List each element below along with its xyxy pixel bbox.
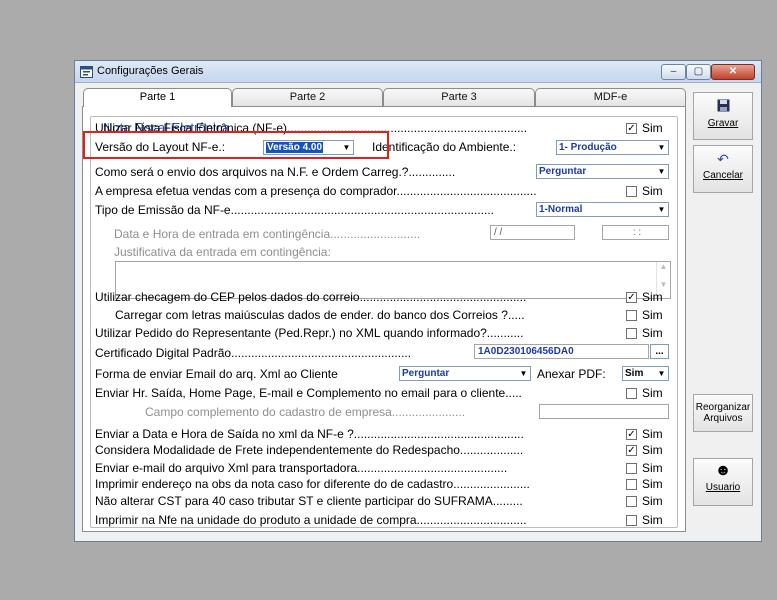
cancel-label: Cancelar [702, 170, 744, 181]
app-icon [80, 66, 93, 78]
envio-arquivos-value: Perguntar [539, 166, 587, 177]
user-label: Usuario [705, 482, 741, 493]
data-contingencia-input[interactable]: / / [490, 225, 575, 240]
letras-maiusculas-checkbox[interactable] [626, 310, 637, 321]
maximize-button[interactable]: ▢ [686, 64, 711, 80]
cancel-button[interactable]: ↶ Cancelar [693, 145, 753, 193]
letras-maiusculas-sim: Sim [642, 308, 663, 322]
enviar-hr-saida-checkbox[interactable] [626, 388, 637, 399]
checagem-cep-checkbox[interactable]: ✓ [626, 292, 637, 303]
user-key-icon: ☻ [714, 462, 732, 479]
data-hora-saida-xml-sim: Sim [642, 427, 663, 441]
forma-enviar-email-label: Forma de enviar Email do arq. Xml ao Cli… [95, 367, 338, 381]
tipo-emissao-label: Tipo de Emissão da NF-e.................… [95, 203, 494, 217]
data-hora-saida-xml-checkbox[interactable]: ✓ [626, 429, 637, 440]
enviar-hr-saida-sim: Sim [642, 386, 663, 400]
identificacao-ambiente-label: Identificação do Ambiente.: [372, 140, 517, 154]
nao-alterar-cst-checkbox[interactable] [626, 496, 637, 507]
floppy-disk-icon [694, 99, 752, 114]
modalidade-frete-sim: Sim [642, 443, 663, 457]
nao-alterar-cst-sim: Sim [642, 494, 663, 508]
imprimir-endereco-checkbox[interactable] [626, 479, 637, 490]
certificado-browse-button[interactable]: ... [650, 344, 669, 359]
reorganize-label-line2: Arquivos [703, 413, 743, 424]
nao-alterar-cst-label: Não alterar CST para 40 caso tributar ST… [95, 494, 523, 508]
pedido-representante-label: Utilizar Pedido do Representante (Ped.Re… [95, 326, 524, 340]
vendas-presenca-checkbox[interactable] [626, 186, 637, 197]
minimize-button[interactable]: – [661, 64, 686, 80]
identificacao-ambiente-value: 1- Produção [559, 142, 617, 153]
chevron-down-icon: ▼ [655, 165, 668, 178]
chevron-down-icon: ▼ [655, 141, 668, 154]
envio-arquivos-select[interactable]: Perguntar ▼ [536, 164, 669, 179]
highlight-annotation-box [83, 131, 389, 159]
save-button[interactable]: Gravar [693, 92, 753, 140]
unidade-compra-checkbox[interactable] [626, 515, 637, 526]
email-transportadora-sim: Sim [642, 461, 663, 475]
tab-parte-2[interactable]: Parte 2 [232, 88, 383, 106]
tab-parte-3[interactable]: Parte 3 [383, 88, 535, 106]
user-button[interactable]: ☻ Usuario [693, 458, 753, 506]
modalidade-frete-checkbox[interactable]: ✓ [626, 445, 637, 456]
tipo-emissao-select[interactable]: 1-Normal ▼ [536, 202, 669, 217]
anexar-pdf-label: Anexar PDF: [537, 367, 606, 381]
justificativa-label: Justificativa da entrada em contingência… [114, 245, 331, 259]
pedido-representante-sim: Sim [642, 326, 663, 340]
certificado-digital-label: Certificado Digital Padrão..............… [95, 346, 412, 360]
chevron-down-icon: ▼ [655, 367, 668, 380]
imprimir-endereco-label: Imprimir endereço na obs da nota caso fo… [95, 477, 530, 491]
save-label: Gravar [707, 118, 739, 129]
checagem-cep-sim: Sim [642, 290, 663, 304]
tab-parte-1[interactable]: Parte 1 [83, 88, 232, 107]
close-button[interactable]: ✕ [711, 64, 755, 80]
chevron-down-icon: ▼ [655, 203, 668, 216]
modalidade-frete-label: Considera Modalidade de Frete independen… [95, 443, 524, 457]
anexar-pdf-value: Sim [625, 368, 644, 379]
email-transportadora-checkbox[interactable] [626, 463, 637, 474]
forma-enviar-email-value: Perguntar [402, 368, 450, 379]
unidade-compra-sim: Sim [642, 513, 663, 527]
letras-maiusculas-label: Carregar com letras maiúsculas dados de … [115, 308, 525, 322]
title-bar: Configurações Gerais – ▢ ✕ [75, 61, 761, 83]
reorganize-label-line1: Reorganizar [695, 402, 751, 413]
identificacao-ambiente-select[interactable]: 1- Produção ▼ [556, 140, 669, 155]
vendas-presenca-sim: Sim [642, 184, 663, 198]
tab-mdf-e[interactable]: MDF-e [535, 88, 686, 106]
imprimir-endereco-sim: Sim [642, 477, 663, 491]
undo-icon: ↶ [717, 151, 729, 167]
reorganize-files-button[interactable]: Reorganizar Arquivos [693, 394, 753, 432]
campo-complemento-input[interactable] [539, 404, 669, 419]
pedido-representante-checkbox[interactable] [626, 328, 637, 339]
forma-enviar-email-select[interactable]: Perguntar ▼ [399, 366, 531, 381]
tipo-emissao-value: 1-Normal [539, 204, 583, 215]
envio-arquivos-label: Como será o envio dos arquivos na N.F. e… [95, 165, 456, 179]
unidade-compra-label: Imprimir na Nfe na unidade do produto a … [95, 513, 527, 527]
window-title: Configurações Gerais [97, 65, 204, 77]
anexar-pdf-select[interactable]: Sim ▼ [622, 366, 669, 381]
data-hora-saida-xml-label: Enviar a Data e Hora de Saída no xml da … [95, 427, 524, 441]
hora-contingencia-input[interactable]: : : [602, 225, 669, 240]
utilizar-nfe-checkbox[interactable]: ✓ [626, 123, 637, 134]
utilizar-nfe-sim: Sim [642, 121, 663, 135]
campo-complemento-label: Campo complemento do cadastro de empresa… [145, 405, 466, 419]
checagem-cep-label: Utilizar checagem do CEP pelos dados do … [95, 290, 527, 304]
vendas-presenca-label: A empresa efetua vendas com a presença d… [95, 184, 537, 198]
chevron-down-icon: ▼ [517, 367, 530, 380]
enviar-hr-saida-label: Enviar Hr. Saída, Home Page, E-mail e Co… [95, 386, 522, 400]
data-hora-contingencia-label: Data e Hora de entrada em contingência..… [114, 227, 421, 241]
email-transportadora-label: Enviar e-mail do arquivo Xml para transp… [95, 461, 508, 475]
certificado-digital-input[interactable]: 1A0D230106456DA0 [474, 344, 649, 359]
